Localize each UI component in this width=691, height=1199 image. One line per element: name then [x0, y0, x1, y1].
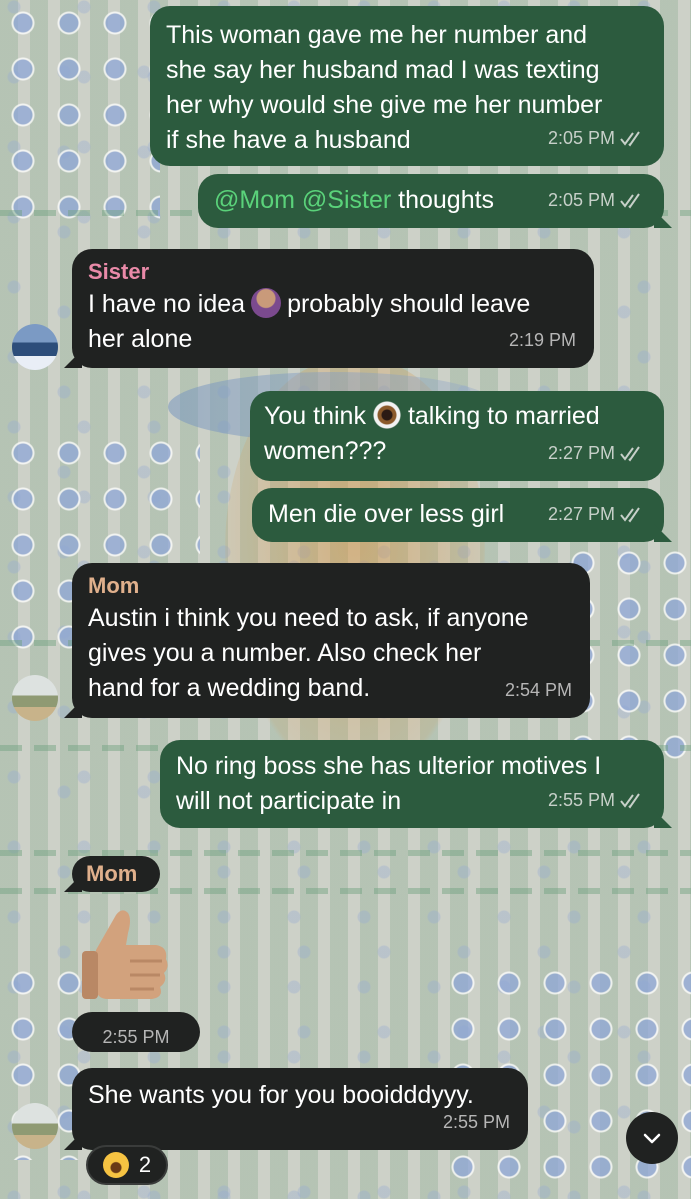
message-time: 2:55 PM — [102, 1027, 170, 1047]
message-meta: 2:19 PM — [509, 323, 576, 358]
message-time: 2:19 PM — [508, 330, 576, 350]
message-time: 2:05 PM — [547, 190, 615, 210]
thumbs-up-emoji-icon — [82, 910, 168, 999]
message-text: Austin i think you need to ask, if anyon… — [88, 604, 529, 702]
message-bubble-outgoing[interactable]: @Mom @Sister thoughts 2:05 PM — [198, 174, 664, 228]
mention-sister[interactable]: @Sister — [302, 186, 391, 214]
message-meta: 2:55 PM — [443, 1105, 510, 1140]
message-bubble-incoming[interactable]: Mom Austin i think you need to ask, if a… — [72, 563, 590, 718]
mention-mom[interactable]: @Mom — [214, 186, 295, 214]
read-receipt-icon — [620, 130, 640, 147]
mom-avatar[interactable] — [12, 675, 58, 721]
message-time: 2:54 PM — [504, 680, 572, 700]
sender-name[interactable]: Mom — [86, 859, 146, 889]
chevron-down-icon — [643, 1133, 661, 1144]
read-receipt-icon — [620, 506, 640, 523]
message-bubble-outgoing[interactable]: No ring boss she has ulterior motives I … — [160, 740, 664, 828]
person-shrugging-emoji-icon — [251, 288, 282, 318]
message-meta: 2:05 PM — [548, 121, 646, 156]
message-bubble-incoming[interactable]: Sister I have no idea probably should lea… — [72, 249, 594, 368]
message-meta: 2:05 PM — [548, 183, 646, 218]
message-time: 2:55 PM — [442, 1112, 510, 1132]
sender-name[interactable]: Sister — [88, 257, 578, 287]
sister-avatar[interactable] — [12, 324, 58, 370]
emoji-time-bubble: 2:55 PM — [72, 1012, 200, 1052]
message-meta: 2:27 PM — [548, 497, 646, 532]
message-meta: 2:27 PM — [548, 436, 646, 471]
sender-label-bubble[interactable]: Mom — [72, 856, 160, 892]
mom-avatar[interactable] — [12, 1103, 58, 1149]
eye-emoji-icon — [371, 400, 402, 430]
read-receipt-icon — [620, 445, 640, 462]
message-time: 2:27 PM — [547, 504, 615, 524]
message-meta: 2:55 PM — [548, 783, 646, 818]
message-time: 2:27 PM — [547, 443, 615, 463]
message-bubble-incoming[interactable]: She wants you for you booidddyyy. 2:55 P… — [72, 1068, 528, 1150]
read-receipt-icon — [620, 192, 640, 209]
message-bubble-outgoing[interactable]: This woman gave me her number and she sa… — [150, 6, 664, 166]
message-meta: 2:55 PM — [84, 1020, 188, 1055]
read-receipt-icon — [620, 792, 640, 809]
reaction-count: 2 — [138, 1152, 152, 1177]
sender-name[interactable]: Mom — [88, 571, 574, 601]
message-time: 2:55 PM — [547, 790, 615, 810]
message-bubble-outgoing[interactable]: Men die over less girl 2:27 PM — [252, 488, 664, 542]
message-text: I have no idea probably should leave her … — [88, 288, 531, 353]
reaction-chip[interactable]: 2 — [86, 1145, 168, 1185]
message-time: 2:05 PM — [547, 128, 615, 148]
scroll-to-bottom-button[interactable] — [626, 1112, 678, 1164]
message-bubble-outgoing[interactable]: You think talking to married women??? 2:2… — [250, 391, 664, 481]
face-with-tears-of-joy-icon — [102, 1152, 129, 1178]
message-meta: 2:54 PM — [505, 673, 572, 708]
